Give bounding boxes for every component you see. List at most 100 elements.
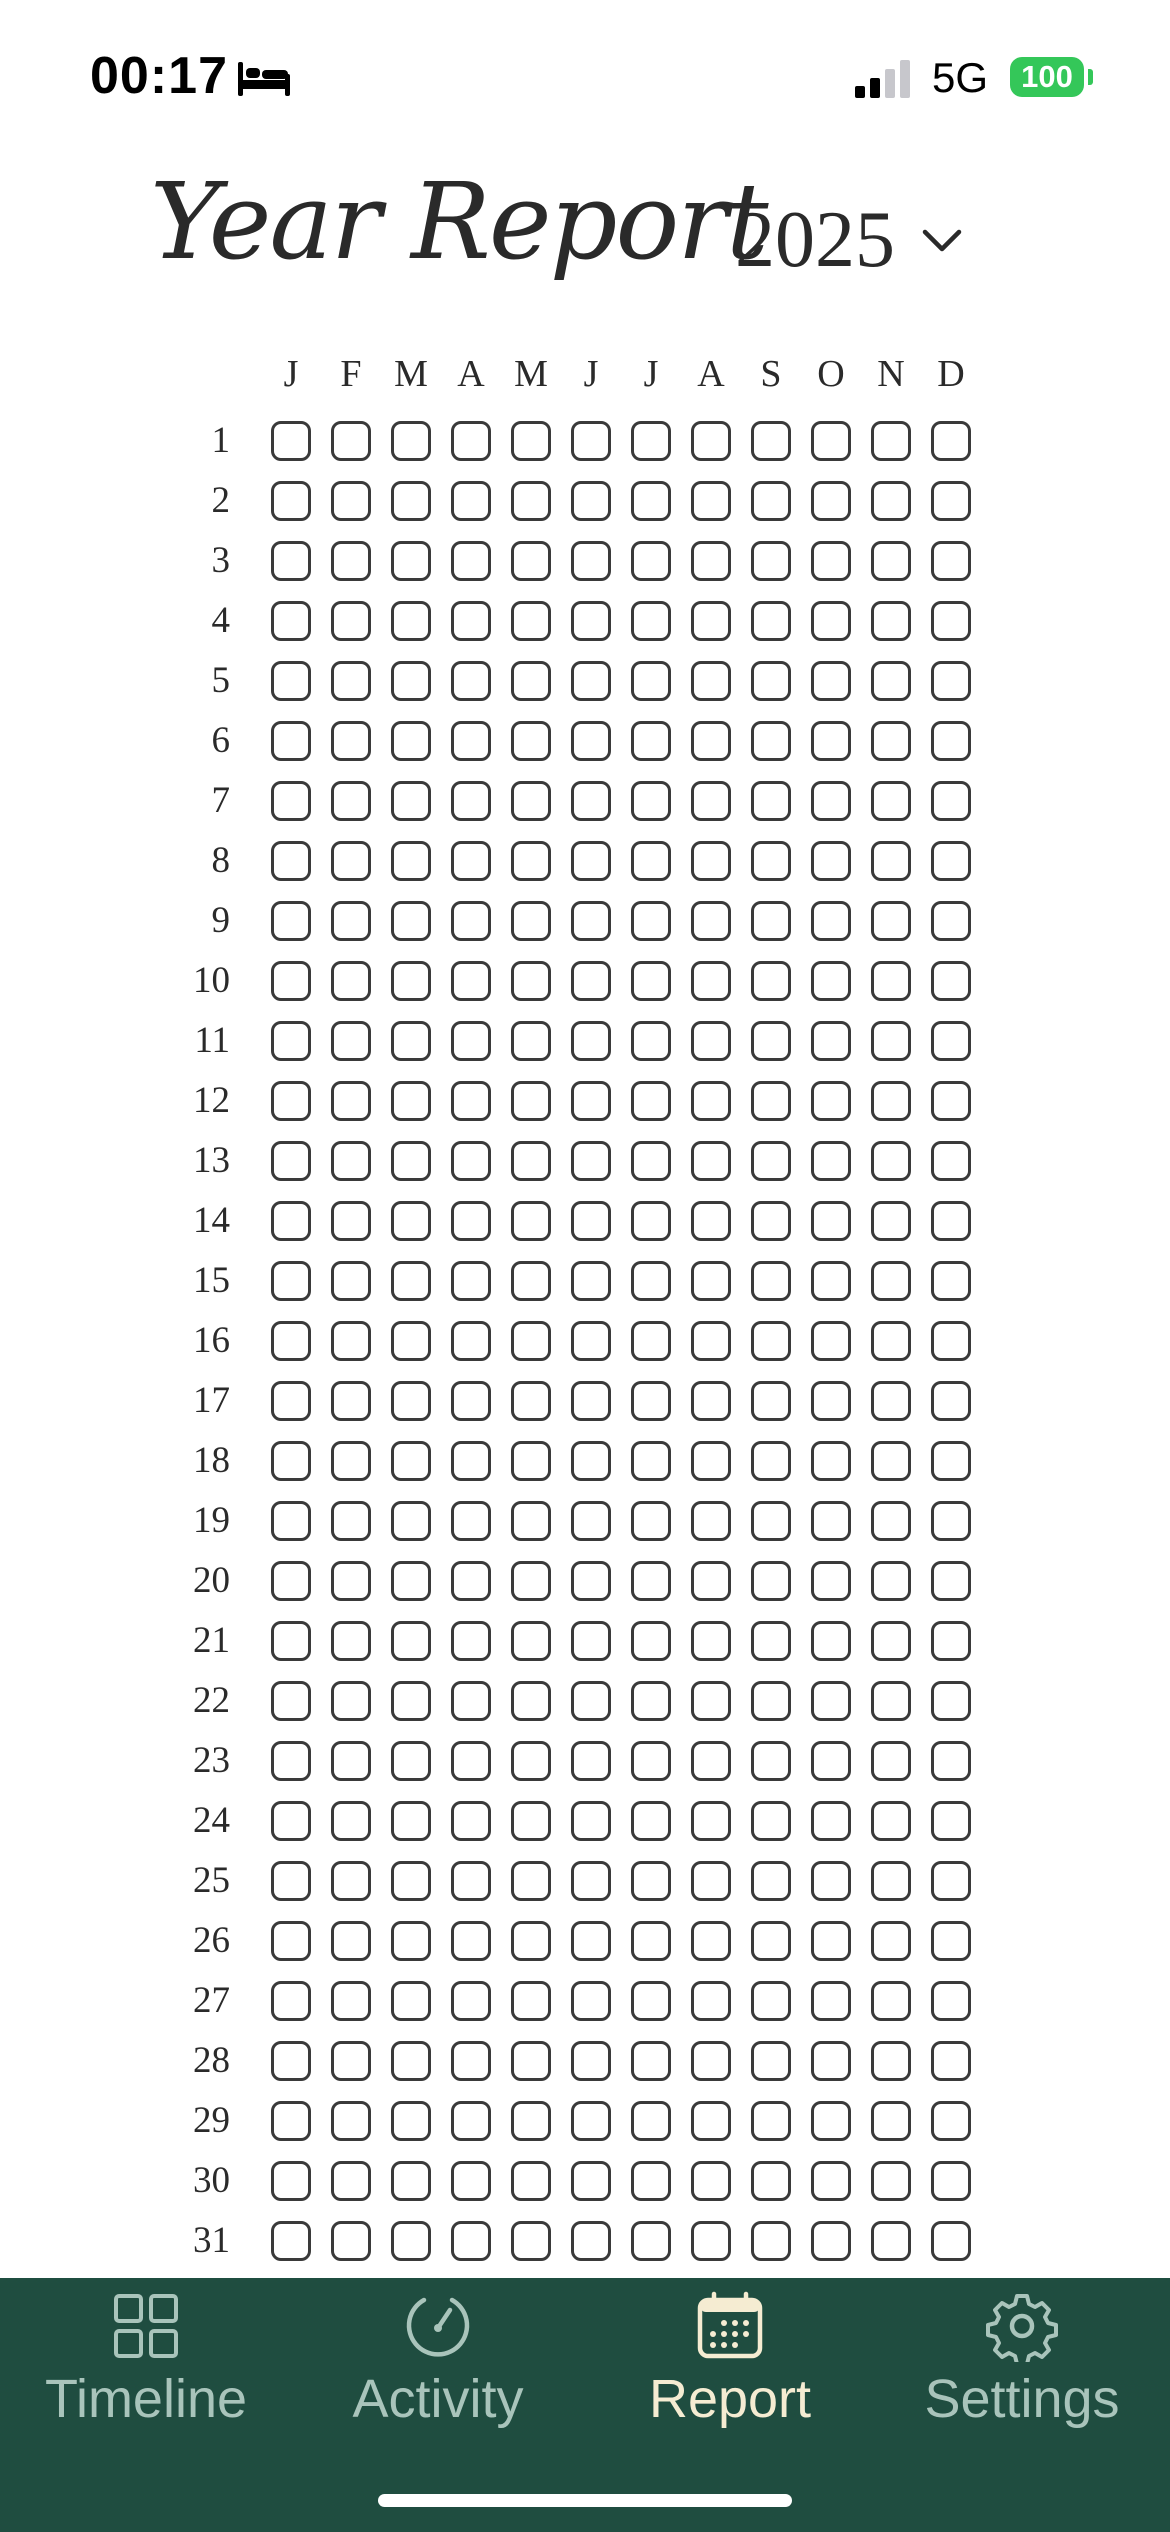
- day-cell[interactable]: [331, 1621, 371, 1661]
- day-cell[interactable]: [691, 1201, 731, 1241]
- day-cell[interactable]: [511, 541, 551, 581]
- day-cell[interactable]: [631, 601, 671, 641]
- day-cell[interactable]: [811, 2101, 851, 2141]
- day-cell[interactable]: [571, 1021, 611, 1061]
- day-cell[interactable]: [871, 541, 911, 581]
- day-cell[interactable]: [631, 1801, 671, 1841]
- day-cell[interactable]: [871, 1441, 911, 1481]
- day-cell[interactable]: [751, 841, 791, 881]
- day-cell[interactable]: [271, 421, 311, 461]
- day-cell[interactable]: [271, 1501, 311, 1541]
- day-cell[interactable]: [511, 1501, 551, 1541]
- day-cell[interactable]: [691, 1621, 731, 1661]
- day-cell[interactable]: [331, 1081, 371, 1121]
- day-cell[interactable]: [451, 1681, 491, 1721]
- day-cell[interactable]: [631, 1681, 671, 1721]
- day-cell[interactable]: [391, 1741, 431, 1781]
- day-cell[interactable]: [271, 661, 311, 701]
- day-cell[interactable]: [511, 2161, 551, 2201]
- day-cell[interactable]: [271, 961, 311, 1001]
- day-cell[interactable]: [331, 421, 371, 461]
- day-cell[interactable]: [571, 2041, 611, 2081]
- day-cell[interactable]: [631, 721, 671, 761]
- day-cell[interactable]: [811, 661, 851, 701]
- day-cell[interactable]: [871, 2221, 911, 2261]
- day-cell[interactable]: [331, 1261, 371, 1301]
- day-cell[interactable]: [871, 1921, 911, 1961]
- day-cell[interactable]: [271, 2101, 311, 2141]
- day-cell[interactable]: [451, 601, 491, 641]
- day-cell[interactable]: [331, 1381, 371, 1421]
- day-cell[interactable]: [931, 901, 971, 941]
- day-cell[interactable]: [331, 1801, 371, 1841]
- day-cell[interactable]: [451, 781, 491, 821]
- day-cell[interactable]: [391, 1861, 431, 1901]
- day-cell[interactable]: [571, 1741, 611, 1781]
- day-cell[interactable]: [691, 601, 731, 641]
- day-cell[interactable]: [571, 721, 611, 761]
- day-cell[interactable]: [631, 1741, 671, 1781]
- day-cell[interactable]: [451, 1021, 491, 1061]
- day-cell[interactable]: [871, 901, 911, 941]
- day-cell[interactable]: [391, 1501, 431, 1541]
- day-cell[interactable]: [751, 2101, 791, 2141]
- day-cell[interactable]: [391, 721, 431, 761]
- day-cell[interactable]: [451, 1621, 491, 1661]
- day-cell[interactable]: [391, 841, 431, 881]
- day-cell[interactable]: [331, 1741, 371, 1781]
- day-cell[interactable]: [811, 421, 851, 461]
- day-cell[interactable]: [391, 2101, 431, 2141]
- day-cell[interactable]: [571, 1141, 611, 1181]
- day-cell[interactable]: [751, 541, 791, 581]
- day-cell[interactable]: [451, 1441, 491, 1481]
- day-cell[interactable]: [751, 661, 791, 701]
- day-cell[interactable]: [391, 1801, 431, 1841]
- day-cell[interactable]: [511, 1321, 551, 1361]
- day-cell[interactable]: [511, 1741, 551, 1781]
- day-cell[interactable]: [271, 1981, 311, 2021]
- day-cell[interactable]: [391, 421, 431, 461]
- day-cell[interactable]: [631, 421, 671, 461]
- day-cell[interactable]: [871, 1501, 911, 1541]
- day-cell[interactable]: [391, 961, 431, 1001]
- day-cell[interactable]: [571, 481, 611, 521]
- day-cell[interactable]: [511, 1441, 551, 1481]
- day-cell[interactable]: [571, 541, 611, 581]
- day-cell[interactable]: [751, 1981, 791, 2021]
- day-cell[interactable]: [391, 1141, 431, 1181]
- day-cell[interactable]: [331, 1561, 371, 1601]
- day-cell[interactable]: [511, 1621, 551, 1661]
- day-cell[interactable]: [931, 1621, 971, 1661]
- day-cell[interactable]: [691, 841, 731, 881]
- day-cell[interactable]: [391, 1021, 431, 1061]
- day-cell[interactable]: [751, 721, 791, 761]
- tab-settings[interactable]: Settings: [876, 2278, 1168, 2468]
- day-cell[interactable]: [631, 2041, 671, 2081]
- day-cell[interactable]: [691, 1981, 731, 2021]
- day-cell[interactable]: [871, 2161, 911, 2201]
- day-cell[interactable]: [871, 421, 911, 461]
- day-cell[interactable]: [871, 1201, 911, 1241]
- day-cell[interactable]: [751, 961, 791, 1001]
- day-cell[interactable]: [271, 1321, 311, 1361]
- day-cell[interactable]: [871, 1741, 911, 1781]
- day-cell[interactable]: [511, 421, 551, 461]
- day-cell[interactable]: [511, 481, 551, 521]
- day-cell[interactable]: [271, 781, 311, 821]
- day-cell[interactable]: [451, 961, 491, 1001]
- day-cell[interactable]: [271, 1021, 311, 1061]
- day-cell[interactable]: [631, 541, 671, 581]
- day-cell[interactable]: [571, 1381, 611, 1421]
- day-cell[interactable]: [271, 2161, 311, 2201]
- day-cell[interactable]: [811, 1921, 851, 1961]
- day-cell[interactable]: [811, 1621, 851, 1661]
- day-cell[interactable]: [511, 2041, 551, 2081]
- day-cell[interactable]: [451, 1921, 491, 1961]
- day-cell[interactable]: [691, 1741, 731, 1781]
- day-cell[interactable]: [931, 1981, 971, 2021]
- day-cell[interactable]: [811, 2221, 851, 2261]
- day-cell[interactable]: [751, 1741, 791, 1781]
- day-cell[interactable]: [871, 1801, 911, 1841]
- day-cell[interactable]: [811, 961, 851, 1001]
- day-cell[interactable]: [571, 1621, 611, 1661]
